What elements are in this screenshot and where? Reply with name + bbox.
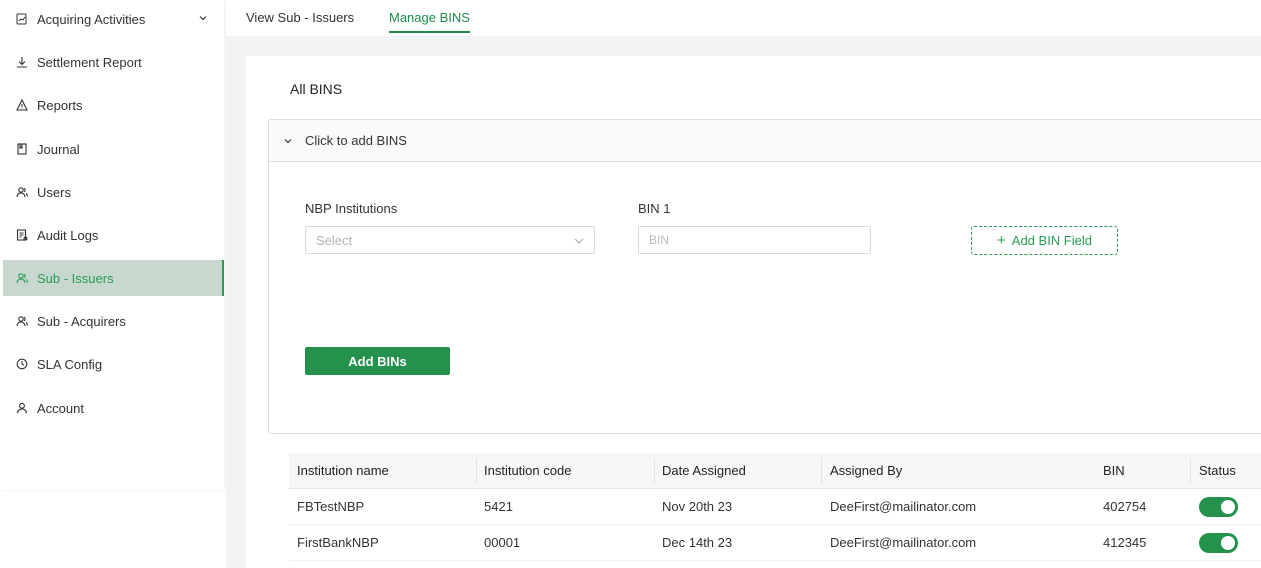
cell-date-assigned: Nov 20th 23	[662, 499, 733, 514]
page-title: All BINS	[290, 81, 343, 97]
sidebar-item-sla-config[interactable]: SLA Config	[3, 346, 224, 382]
sidebar-item-reports[interactable]: Reports	[3, 87, 224, 123]
cell-institution-code: 5421	[484, 499, 513, 514]
plus-icon: +	[997, 232, 1006, 249]
users-icon	[16, 272, 28, 284]
sidebar-item-settlement-report[interactable]: Settlement Report	[3, 44, 224, 80]
sidebar-item-label: Acquiring Activities	[37, 11, 146, 27]
cell-institution-name: FBTestNBP	[297, 499, 365, 514]
users-icon	[16, 315, 28, 327]
cell-assigned-by: DeeFirst@mailinator.com	[830, 499, 977, 514]
sidebar-item-label: Reports	[37, 97, 83, 113]
warning-icon	[16, 99, 28, 111]
sidebar-item-label: Sub - Issuers	[37, 270, 114, 286]
chevron-down-icon	[199, 16, 207, 21]
toggle-knob	[1221, 536, 1235, 550]
tab-view-sub-issuers[interactable]: View Sub - Issuers	[246, 10, 354, 25]
cell-bin: 402754	[1103, 499, 1147, 514]
sidebar-item-acquiring-activities[interactable]: Acquiring Activities	[3, 1, 224, 37]
users-icon	[16, 186, 28, 198]
sidebar-item-label: Users	[37, 184, 71, 200]
status-toggle[interactable]	[1199, 533, 1238, 553]
sidebar: Acquiring Activities Settlement Report R…	[0, 0, 224, 490]
table-header: Institution name Institution code Date A…	[289, 453, 1261, 489]
sidebar-item-sub-acquirers[interactable]: Sub - Acquirers	[3, 303, 224, 339]
user-icon	[16, 402, 28, 414]
collapse-label: Click to add BINS	[305, 133, 407, 148]
sidebar-item-journal[interactable]: Journal	[3, 131, 224, 167]
column-divider	[476, 458, 477, 484]
column-header[interactable]: Institution code	[484, 463, 571, 478]
cell-institution-code: 00001	[484, 535, 521, 550]
clock-icon	[16, 358, 28, 370]
audit-doc-icon	[16, 229, 28, 241]
sidebar-item-label: Journal	[37, 141, 80, 157]
sidebar-item-label: Settlement Report	[37, 54, 142, 70]
cell-institution-name: FirstBankNBP	[297, 535, 379, 550]
tab-manage-bins[interactable]: Manage BINS	[389, 10, 470, 33]
column-header[interactable]: BIN	[1103, 463, 1125, 478]
institution-select[interactable]: Select	[305, 226, 595, 254]
bin-label: BIN 1	[638, 201, 671, 216]
column-header[interactable]: Institution name	[297, 463, 389, 478]
sidebar-item-sub-issuers[interactable]: Sub - Issuers	[3, 260, 224, 296]
cell-assigned-by: DeeFirst@mailinator.com	[830, 535, 977, 550]
add-bin-field-button[interactable]: + Add BIN Field	[971, 226, 1118, 255]
table-row[interactable]: FirstBankNBP 00001 Dec 14th 23 DeeFirst@…	[289, 525, 1261, 561]
sidebar-item-users[interactable]: Users	[3, 174, 224, 210]
add-bins-collapse-header[interactable]: Click to add BINS	[269, 120, 1261, 162]
sidebar-item-account[interactable]: Account	[3, 390, 224, 426]
toggle-knob	[1221, 500, 1235, 514]
chart-doc-icon	[16, 13, 28, 25]
chevron-down-icon	[574, 238, 584, 244]
sidebar-item-label: Audit Logs	[37, 227, 99, 243]
column-divider	[654, 458, 655, 484]
column-header[interactable]: Status	[1199, 463, 1236, 478]
cell-bin: 412345	[1103, 535, 1147, 550]
select-placeholder: Select	[316, 232, 353, 248]
tab-bar: View Sub - Issuers Manage BINS	[226, 0, 1261, 36]
add-bins-button[interactable]: Add BINs	[305, 347, 450, 375]
column-header[interactable]: Date Assigned	[662, 463, 746, 478]
bin-input[interactable]	[638, 226, 871, 254]
status-toggle[interactable]	[1199, 497, 1238, 517]
column-divider	[1190, 458, 1191, 484]
table-row[interactable]: FBTestNBP 5421 Nov 20th 23 DeeFirst@mail…	[289, 489, 1261, 525]
add-bins-panel	[268, 119, 1261, 434]
book-icon	[16, 143, 28, 155]
sidebar-item-audit-logs[interactable]: Audit Logs	[3, 217, 224, 253]
sidebar-item-label: Sub - Acquirers	[37, 313, 126, 329]
sidebar-item-label: Account	[37, 400, 84, 416]
cell-date-assigned: Dec 14th 23	[662, 535, 733, 550]
sidebar-item-label: SLA Config	[37, 356, 103, 372]
column-divider	[821, 458, 822, 484]
institution-label: NBP Institutions	[305, 201, 398, 216]
column-header[interactable]: Assigned By	[830, 463, 902, 478]
chevron-down-icon	[284, 138, 292, 143]
add-bin-field-label: Add BIN Field	[1011, 233, 1092, 248]
download-icon	[16, 56, 28, 68]
